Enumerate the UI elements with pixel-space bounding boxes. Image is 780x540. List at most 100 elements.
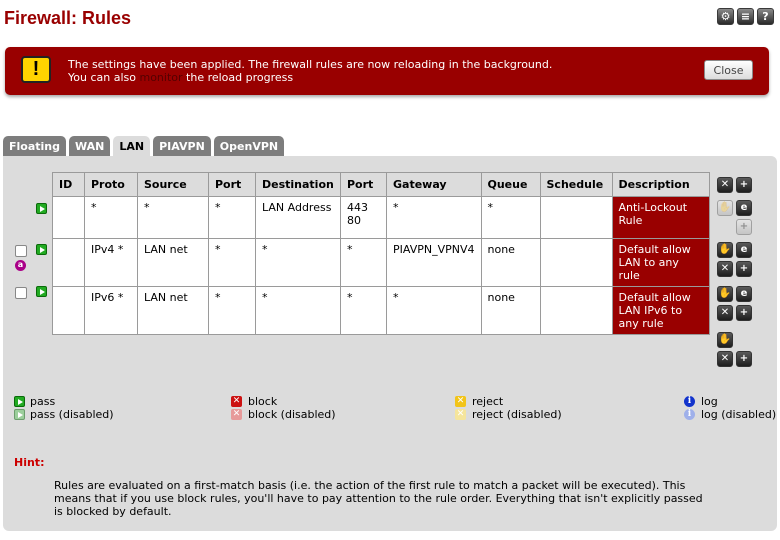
help-icon[interactable]: ? bbox=[757, 8, 774, 25]
destination-port-80: 80 bbox=[347, 214, 361, 227]
cell-gateway: * bbox=[386, 196, 482, 239]
top-icon-bar: ⚙ ≡ ? bbox=[717, 8, 774, 25]
rule-checkbox[interactable] bbox=[15, 245, 27, 257]
cell-destination-port: * bbox=[340, 286, 387, 335]
add-rule-icon[interactable]: + bbox=[736, 351, 752, 367]
interface-tabs: Floating WAN LAN PIAVPN OpenVPN bbox=[3, 136, 285, 157]
column-header-queue: Queue bbox=[480, 172, 541, 197]
cell-source: LAN net bbox=[137, 286, 209, 335]
pass-icon[interactable] bbox=[36, 203, 47, 214]
tab-lan[interactable]: LAN bbox=[113, 136, 151, 157]
legend-pass-disabled: pass (disabled) bbox=[30, 408, 114, 421]
rule-checkbox[interactable] bbox=[15, 287, 27, 299]
legend-block-disabled: block (disabled) bbox=[248, 408, 336, 421]
banner-line-2-prefix: You can also bbox=[68, 71, 136, 84]
pass-icon[interactable] bbox=[36, 244, 47, 255]
copy-rule-icon: + bbox=[736, 219, 752, 235]
tab-openvpn[interactable]: OpenVPN bbox=[213, 136, 285, 156]
legend-pass: pass bbox=[30, 395, 56, 408]
cell-source-port: * bbox=[208, 238, 256, 287]
settings-icon[interactable]: ⚙ bbox=[717, 8, 734, 25]
cell-proto: IPv6 * bbox=[84, 286, 138, 335]
copy-rule-icon[interactable]: + bbox=[736, 305, 752, 321]
tab-wan[interactable]: WAN bbox=[69, 136, 111, 156]
add-rule-icon[interactable]: + bbox=[736, 177, 752, 193]
close-button[interactable]: Close bbox=[704, 60, 753, 80]
cell-gateway: PIAVPN_VPNV4 bbox=[386, 238, 482, 287]
cell-description: Anti-Lockout Rule bbox=[611, 196, 710, 239]
delete-rule-icon[interactable]: ✕ bbox=[717, 261, 733, 277]
table-row[interactable]: IPv6 * LAN net * * * * none Default allo… bbox=[52, 286, 710, 335]
cell-schedule bbox=[539, 196, 613, 239]
cell-proto: IPv4 * bbox=[84, 238, 138, 287]
cell-queue: none bbox=[480, 238, 541, 287]
column-header-destination-port: Port bbox=[340, 172, 387, 197]
cell-proto: * bbox=[84, 196, 138, 239]
pass-icon[interactable] bbox=[36, 286, 47, 297]
move-to-end-icon[interactable]: ✋ bbox=[717, 332, 733, 348]
table-row[interactable]: IPv4 * LAN net * * * PIAVPN_VPNV4 none D… bbox=[52, 238, 710, 287]
destination-port-443: 443 bbox=[347, 201, 368, 214]
block-icon: ✕ bbox=[231, 396, 242, 407]
delete-selected-icon[interactable]: ✕ bbox=[717, 177, 733, 193]
list-icon[interactable]: ≡ bbox=[737, 8, 754, 25]
column-header-id: ID bbox=[52, 172, 85, 197]
hint-text: Rules are evaluated on a first-match bas… bbox=[54, 479, 703, 518]
tab-piavpn[interactable]: PIAVPN bbox=[153, 136, 211, 156]
pass-icon bbox=[14, 396, 25, 407]
cell-queue: none bbox=[480, 286, 541, 335]
delete-selected-icon[interactable]: ✕ bbox=[717, 351, 733, 367]
delete-rule-icon[interactable]: ✕ bbox=[717, 305, 733, 321]
legend-block: block bbox=[248, 395, 278, 408]
cell-destination: * bbox=[255, 286, 341, 335]
cell-description: Default allow LAN IPv6 to any rule bbox=[611, 286, 710, 335]
cell-source: * bbox=[137, 196, 209, 239]
legend-reject: reject bbox=[472, 395, 504, 408]
column-header-source: Source bbox=[137, 172, 209, 197]
column-header-description: Description bbox=[611, 172, 710, 197]
legend-log-disabled: log (disabled) bbox=[701, 408, 777, 421]
cell-destination: LAN Address bbox=[255, 196, 341, 239]
move-selected-icon: ✋ bbox=[717, 200, 733, 216]
table-row[interactable]: * * * LAN Address 443 80 * * Anti-Lockou… bbox=[52, 196, 710, 239]
reject-disabled-icon: ✕ bbox=[455, 409, 466, 420]
banner-message: The settings have been applied. The fire… bbox=[68, 58, 552, 84]
log-icon: i bbox=[684, 396, 695, 407]
edit-rule-icon[interactable]: e bbox=[736, 286, 752, 302]
monitor-link[interactable]: monitor bbox=[139, 71, 182, 84]
banner-line-1: The settings have been applied. The fire… bbox=[68, 58, 553, 71]
rules-table: ID Proto Source Port Destination Port Ga… bbox=[52, 172, 710, 335]
cell-destination-port: 443 80 bbox=[340, 196, 387, 239]
hint-title: Hint: bbox=[14, 456, 45, 469]
banner-line-2-suffix: the reload progress bbox=[186, 71, 294, 84]
legend-log: log bbox=[701, 395, 718, 408]
copy-rule-icon[interactable]: + bbox=[736, 261, 752, 277]
legend-reject-disabled: reject (disabled) bbox=[472, 408, 562, 421]
reject-icon: ✕ bbox=[455, 396, 466, 407]
cell-gateway: * bbox=[386, 286, 482, 335]
edit-rule-icon[interactable]: e bbox=[736, 200, 752, 216]
cell-id bbox=[52, 196, 85, 239]
advanced-options-icon[interactable]: a bbox=[15, 260, 26, 271]
cell-description: Default allow LAN to any rule bbox=[611, 238, 710, 287]
move-selected-icon[interactable]: ✋ bbox=[717, 286, 733, 302]
banner-line-2: You can also monitor the reload progress bbox=[68, 71, 552, 84]
cell-source: LAN net bbox=[137, 238, 209, 287]
table-header-row: ID Proto Source Port Destination Port Ga… bbox=[52, 172, 710, 197]
column-header-gateway: Gateway bbox=[386, 172, 482, 197]
block-disabled-icon: ✕ bbox=[231, 409, 242, 420]
tab-floating[interactable]: Floating bbox=[3, 136, 66, 156]
cell-queue: * bbox=[480, 196, 541, 239]
column-header-schedule: Schedule bbox=[539, 172, 613, 197]
cell-source-port: * bbox=[208, 286, 256, 335]
warning-icon: ! bbox=[21, 56, 51, 83]
pass-disabled-icon bbox=[14, 409, 25, 420]
cell-schedule bbox=[539, 238, 613, 287]
move-selected-icon[interactable]: ✋ bbox=[717, 242, 733, 258]
column-header-proto: Proto bbox=[84, 172, 138, 197]
edit-rule-icon[interactable]: e bbox=[736, 242, 752, 258]
log-disabled-icon: i bbox=[684, 409, 695, 420]
apply-notification-banner: ! The settings have been applied. The fi… bbox=[5, 47, 769, 95]
cell-id bbox=[52, 238, 85, 287]
cell-destination-port: * bbox=[340, 238, 387, 287]
